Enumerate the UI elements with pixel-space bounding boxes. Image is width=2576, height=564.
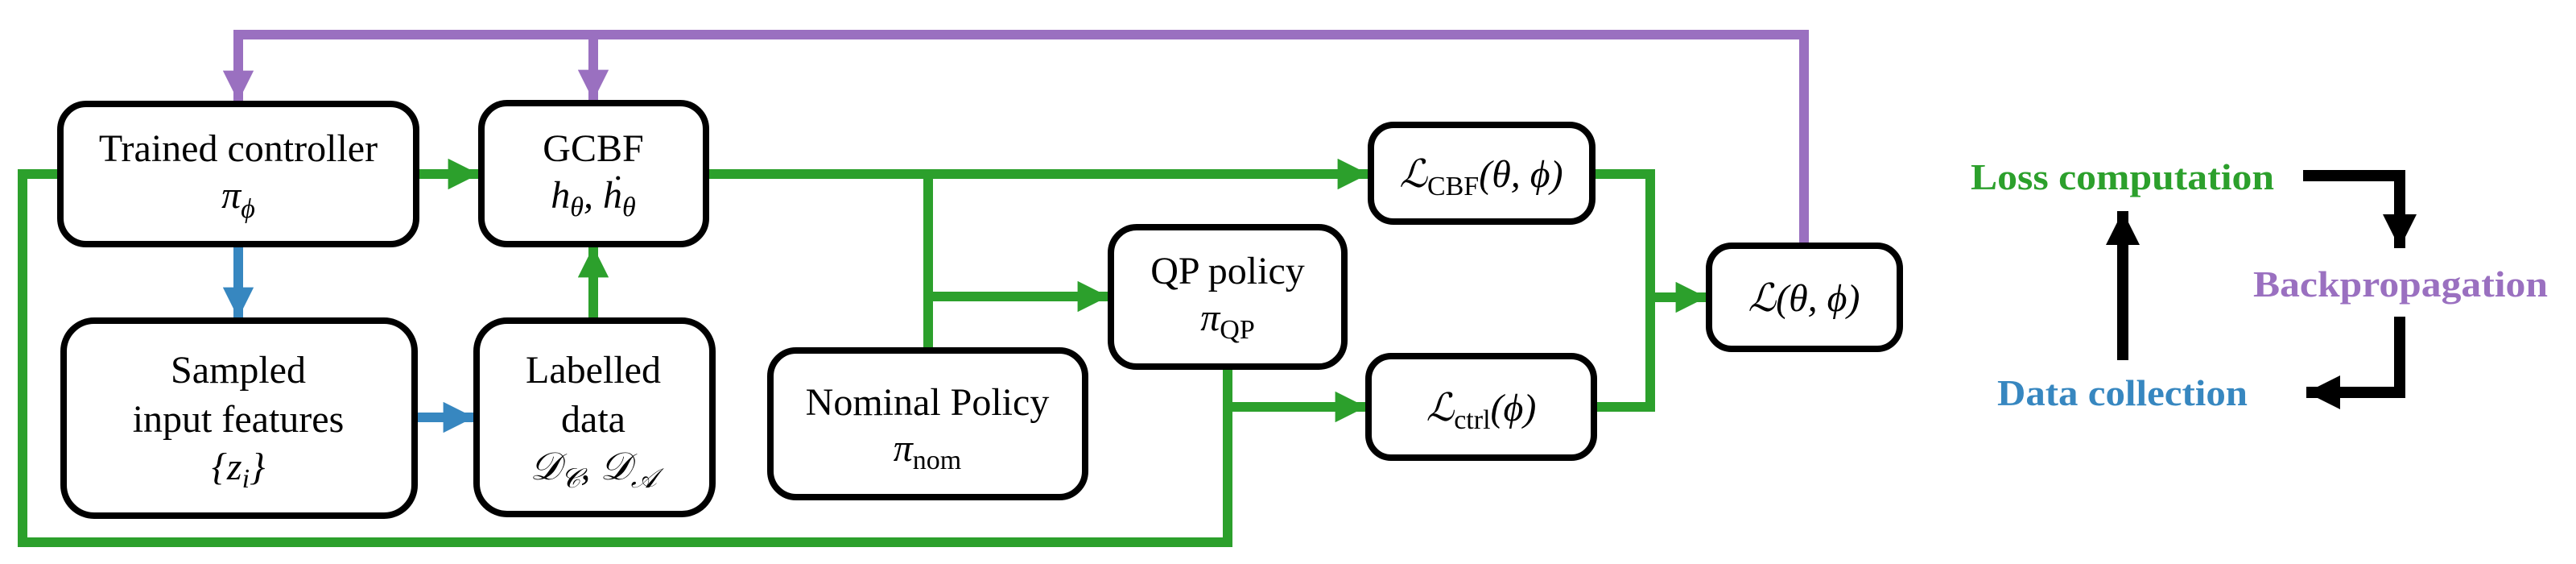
node-loss-total[interactable]: ℒ(θ, ϕ) [1706, 243, 1903, 352]
trained-controller-title: Trained controller [99, 127, 378, 170]
cycle-arrow-loss-to-backprop [2303, 170, 2417, 248]
gcbf-title: GCBF [543, 127, 643, 170]
node-labelled-data[interactable]: Labelled data 𝒟𝒞, 𝒟𝒜 [473, 317, 716, 517]
node-qp-policy[interactable]: QP policy πQP [1108, 224, 1348, 370]
training-cycle-legend: Loss computation Backpropagation Data co… [1971, 156, 2548, 413]
cycle-arrow-backprop-to-data [2306, 317, 2405, 409]
losses-merge-line [1592, 169, 1655, 412]
legend-backpropagation: Backpropagation [2253, 263, 2548, 305]
loss-total-label: ℒ(θ, ϕ) [1748, 277, 1860, 320]
legend-data-collection: Data collection [1997, 372, 2248, 413]
loss-cbf-label: ℒCBF(θ, ϕ) [1399, 153, 1563, 201]
node-gcbf[interactable]: GCBF hθ, ḣθ [478, 100, 709, 247]
sampled-line2: input features [133, 398, 345, 441]
node-loss-cbf[interactable]: ℒCBF(θ, ϕ) [1368, 122, 1596, 225]
node-nominal-policy[interactable]: Nominal Policy πnom [767, 347, 1088, 500]
legend-loss-computation: Loss computation [1971, 156, 2274, 197]
qp-box [1108, 224, 1348, 370]
gcbf-training-diagram: Trained controller πϕ GCBF hθ, ḣθ Sample… [18, 30, 2548, 547]
node-sampled-features[interactable]: Sampled input features {zi} [60, 317, 418, 519]
labelled-line1: Labelled [526, 349, 661, 392]
node-loss-ctrl[interactable]: ℒctrl(ϕ) [1365, 353, 1597, 461]
sampled-line1: Sampled [171, 349, 306, 392]
labelled-line2: data [561, 398, 625, 441]
nominal-title: Nominal Policy [806, 381, 1050, 424]
qp-title: QP policy [1150, 250, 1305, 292]
node-trained-controller[interactable]: Trained controller πϕ [57, 101, 419, 247]
sampled-math: {zi} [212, 446, 266, 494]
